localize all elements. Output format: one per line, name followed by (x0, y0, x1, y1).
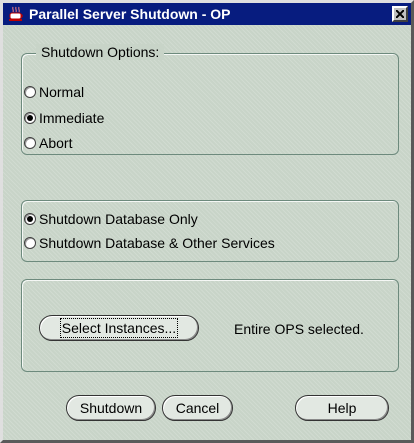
help-label: Help (327, 400, 357, 416)
radio-button[interactable] (24, 112, 36, 124)
radio-label: Shutdown Database Only (39, 211, 198, 227)
radio-abort[interactable]: Abort (24, 135, 72, 151)
cancel-button[interactable]: Cancel (162, 395, 233, 421)
radio-button[interactable] (24, 237, 36, 249)
radio-label: Normal (39, 84, 85, 100)
shutdown-options-group: Shutdown Options: Normal Immediate Abort (21, 44, 399, 155)
close-icon (396, 10, 404, 18)
radio-button[interactable] (24, 213, 36, 225)
radio-button[interactable] (24, 86, 36, 98)
radio-button[interactable] (24, 137, 36, 149)
radio-database-and-services[interactable]: Shutdown Database & Other Services (24, 235, 275, 251)
radio-label: Shutdown Database & Other Services (39, 235, 275, 251)
close-button[interactable] (392, 6, 408, 22)
cancel-label: Cancel (175, 400, 220, 416)
radio-immediate[interactable]: Immediate (24, 110, 104, 126)
shutdown-label: Shutdown (79, 400, 143, 416)
select-instances-button[interactable]: Select Instances... (39, 315, 199, 341)
radio-label: Abort (39, 135, 73, 151)
shutdown-options-legend: Shutdown Options: (36, 44, 165, 60)
radio-normal[interactable]: Normal (24, 84, 84, 100)
radio-label: Immediate (39, 110, 105, 126)
radio-database-only[interactable]: Shutdown Database Only (24, 211, 198, 227)
shutdown-scope-group: Shutdown Database Only Shutdown Database… (21, 200, 399, 262)
instances-group: Select Instances... Entire OPS selected. (21, 279, 399, 372)
select-instances-label: Select Instances... (59, 318, 179, 338)
help-button[interactable]: Help (295, 395, 389, 421)
dialog-window: Parallel Server Shutdown - OP Shutdown O… (0, 0, 414, 443)
instances-status: Entire OPS selected. (234, 321, 364, 337)
title-bar[interactable]: Parallel Server Shutdown - OP (3, 3, 411, 25)
shutdown-button[interactable]: Shutdown (66, 395, 156, 421)
coffee-cup-icon (7, 5, 25, 23)
window-title: Parallel Server Shutdown - OP (29, 6, 231, 22)
